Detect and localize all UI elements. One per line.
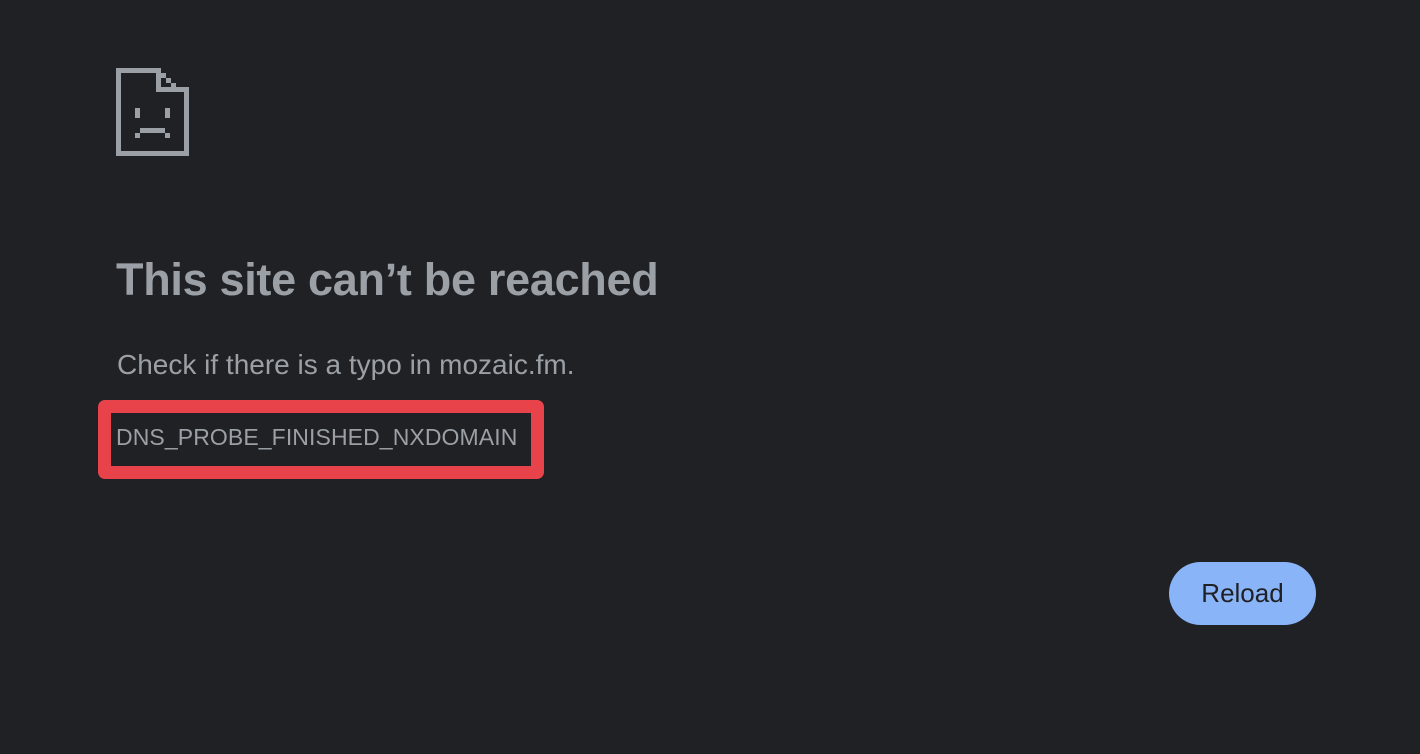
page-title: This site can’t be reached [116, 254, 659, 305]
error-message: Check if there is a typo in mozaic.fm. [117, 349, 575, 380]
error-page: This site can’t be reached Check if ther… [0, 0, 1420, 754]
reload-button[interactable]: Reload [1169, 562, 1316, 625]
sad-page-icon [116, 68, 189, 156]
error-code: DNS_PROBE_FINISHED_NXDOMAIN [116, 424, 518, 450]
